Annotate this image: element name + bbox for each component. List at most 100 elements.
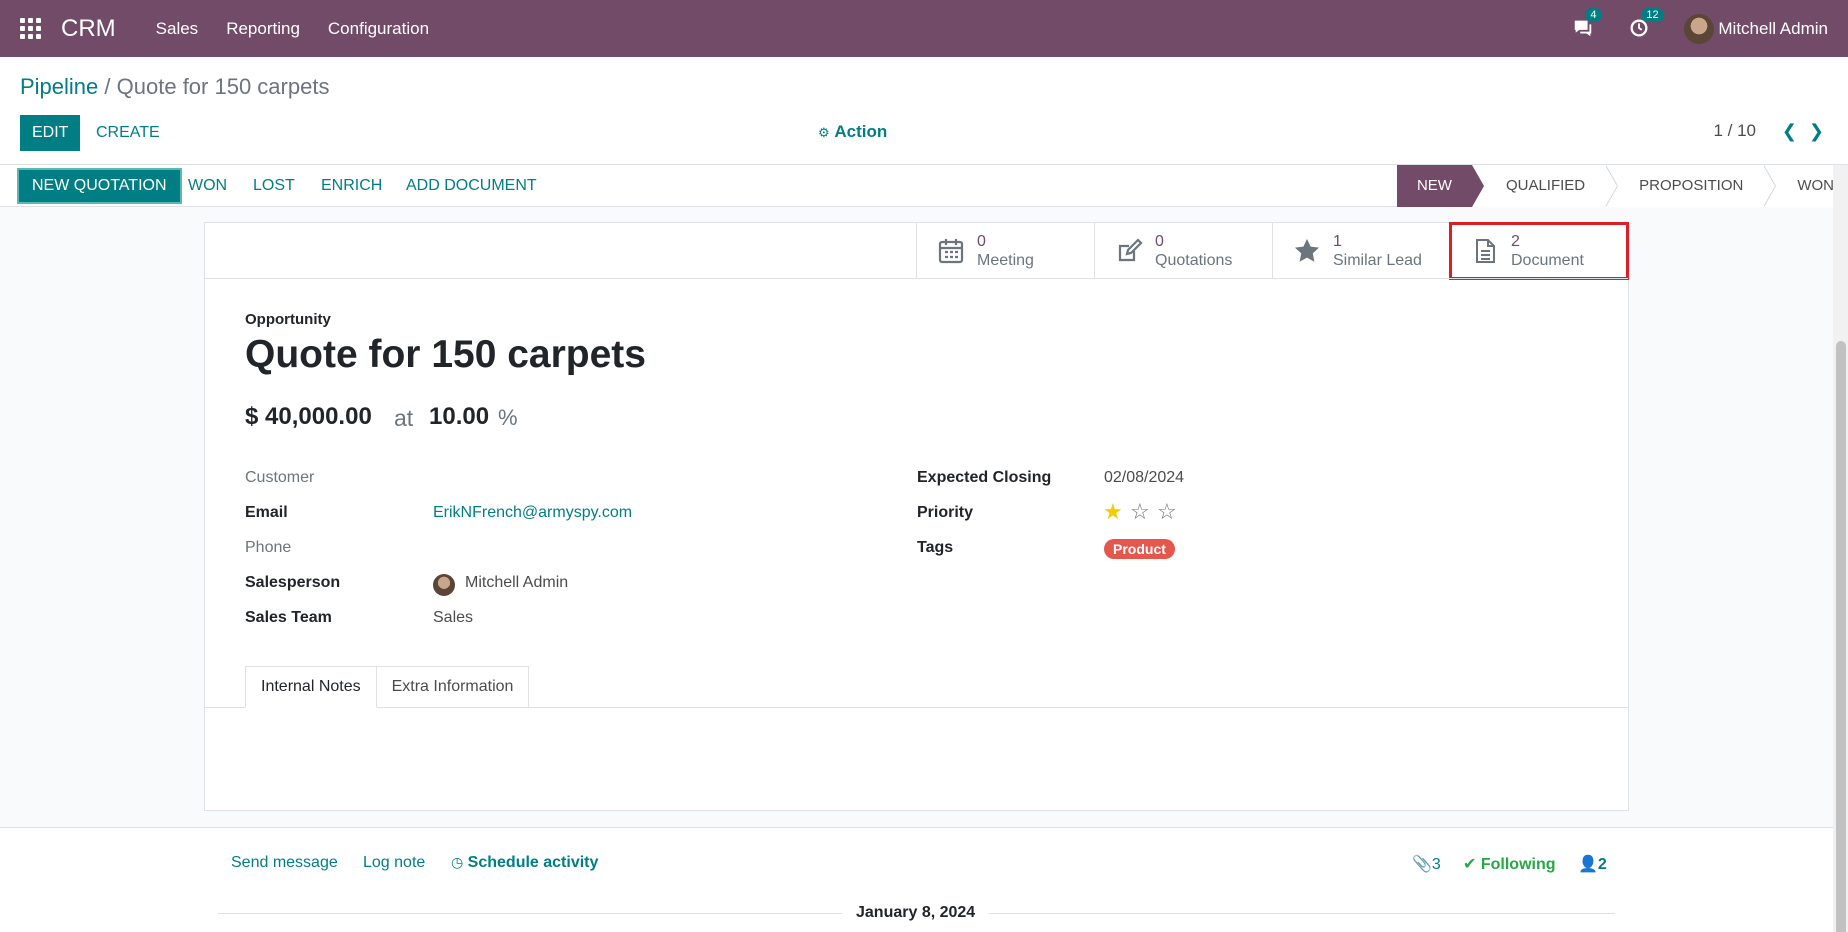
stage-label: PROPOSITION — [1639, 177, 1744, 194]
quotations-smart-button[interactable]: 0 Quotations — [1094, 223, 1272, 279]
meeting-label: Meeting — [977, 252, 1034, 269]
similar-lead-count: 1 — [1333, 233, 1342, 250]
gear-icon: ⚙ — [818, 125, 830, 140]
user-menu[interactable]: Mitchell Admin — [1718, 19, 1828, 39]
priority-star-icon[interactable]: ★ — [1103, 501, 1123, 523]
menu-configuration[interactable]: Configuration — [328, 19, 429, 39]
tab-internal-notes[interactable]: Internal Notes — [245, 666, 377, 708]
add-document-button[interactable]: ADD DOCUMENT — [406, 168, 537, 204]
breadcrumb-pipeline[interactable]: Pipeline — [20, 74, 98, 99]
pager-value[interactable]: 1 / 10 — [1713, 121, 1756, 141]
send-message-button[interactable]: Send message — [231, 854, 338, 872]
user-icon: 👤 — [1578, 856, 1598, 873]
user-avatar[interactable] — [1684, 13, 1715, 44]
apps-menu-icon[interactable] — [20, 18, 42, 40]
breadcrumb-separator: / — [104, 74, 111, 99]
followers-button[interactable]: 👤2 — [1578, 854, 1607, 874]
check-icon: ✔ — [1463, 856, 1477, 873]
quotations-label: Quotations — [1155, 252, 1233, 269]
attachments-button[interactable]: 📎3 — [1412, 854, 1441, 874]
activities-clock-icon[interactable]: 12 — [1628, 7, 1664, 41]
similar-lead-smart-button[interactable]: 1 Similar Lead — [1272, 223, 1450, 279]
lost-button[interactable]: LOST — [253, 168, 295, 204]
new-quotation-button[interactable]: NEW QUOTATION — [17, 168, 182, 204]
menu-sales[interactable]: Sales — [156, 19, 199, 39]
paperclip-icon: 📎 — [1412, 856, 1432, 873]
activities-badge: 12 — [1641, 7, 1664, 22]
email-value[interactable]: ErikNFrench@armyspy.com — [433, 504, 632, 522]
stage-label: NEW — [1416, 177, 1452, 194]
stage-label: QUALIFIED — [1505, 177, 1586, 194]
expected-closing-label: Expected Closing — [917, 469, 1052, 486]
schedule-activity-label: Schedule activity — [467, 854, 599, 871]
opportunity-title: Quote for 150 carpets — [245, 333, 646, 376]
document-smart-button[interactable]: 2 Document — [1449, 222, 1629, 280]
stage-proposition[interactable]: PROPOSITION — [1605, 165, 1777, 207]
log-note-button[interactable]: Log note — [363, 854, 425, 872]
record-type-label: Opportunity — [245, 311, 331, 328]
tag-badge[interactable]: Product — [1104, 539, 1175, 559]
phone-label: Phone — [245, 539, 292, 556]
priority-star-icon[interactable]: ☆ — [1130, 501, 1150, 523]
action-label: Action — [834, 122, 888, 141]
smart-button-box: 0 Meeting 0 Quotations 1 Similar Lead 2 Docu… — [916, 222, 1629, 280]
enrich-button[interactable]: ENRICH — [321, 168, 382, 204]
meeting-count: 0 — [977, 233, 986, 250]
stage-label: WON — [1797, 177, 1834, 194]
tab-extra-information[interactable]: Extra Information — [376, 666, 530, 708]
priority-star-icon[interactable]: ☆ — [1157, 501, 1177, 523]
salesperson-avatar — [433, 574, 455, 596]
edit-button[interactable]: EDIT — [20, 115, 81, 151]
control-panel: Pipeline / Quote for 150 carpets EDIT CR… — [0, 57, 1848, 165]
customer-label: Customer — [245, 469, 315, 486]
email-label: Email — [245, 504, 288, 521]
expected-closing-value[interactable]: 02/08/2024 — [1104, 469, 1184, 487]
salesperson-label: Salesperson — [245, 574, 341, 591]
pager-next-icon[interactable]: ❯ — [1809, 121, 1824, 142]
scrollbar-thumb[interactable] — [1836, 341, 1846, 932]
scrollbar[interactable] — [1833, 165, 1848, 932]
tab-divider — [205, 707, 1628, 708]
probability-value: 10.00 — [429, 403, 490, 430]
clock-icon: ◷ — [451, 854, 464, 870]
create-button[interactable]: CREATE — [96, 115, 160, 151]
following-label: Following — [1480, 856, 1556, 873]
won-button[interactable]: WON — [188, 168, 227, 204]
document-label: Document — [1511, 252, 1584, 269]
meeting-smart-button[interactable]: 0 Meeting — [916, 223, 1094, 279]
message-date: January 8, 2024 — [842, 904, 990, 922]
salesperson-value[interactable]: Mitchell Admin — [465, 574, 568, 592]
messages-badge: 4 — [1585, 7, 1602, 22]
similar-lead-label: Similar Lead — [1333, 252, 1422, 269]
stage-new[interactable]: NEW — [1396, 165, 1484, 207]
navbar-systray: 4 12 Mitchell Admin — [1572, 0, 1848, 57]
following-button[interactable]: ✔ Following — [1463, 854, 1556, 874]
sales-team-value[interactable]: Sales — [433, 609, 473, 627]
stage-qualified[interactable]: QUALIFIED — [1471, 165, 1619, 207]
action-dropdown[interactable]: ⚙ Action — [818, 122, 887, 142]
quotations-count: 0 — [1155, 233, 1164, 250]
tags-label: Tags — [917, 539, 954, 556]
edit-icon — [1118, 238, 1143, 262]
app-brand[interactable]: CRM — [61, 15, 116, 43]
expected-revenue: $ 40,000.00 — [245, 403, 372, 430]
percent-label: % — [498, 405, 518, 430]
form-sheet: 0 Meeting 0 Quotations 1 Similar Lead 2 Docu… — [204, 222, 1629, 811]
calendar-icon — [938, 239, 964, 264]
schedule-activity-button[interactable]: ◷ Schedule activity — [451, 854, 598, 872]
chatter: Send message Log note ◷ Schedule activit… — [0, 827, 1833, 932]
document-count: 2 — [1511, 233, 1520, 250]
breadcrumb-current: Quote for 150 carpets — [116, 74, 330, 99]
attachments-count: 3 — [1431, 856, 1441, 873]
sales-team-label: Sales Team — [245, 609, 332, 626]
star-icon — [1295, 239, 1319, 262]
menu-reporting[interactable]: Reporting — [226, 19, 300, 39]
messages-icon[interactable]: 4 — [1572, 7, 1602, 41]
at-label: at — [394, 405, 414, 431]
divider — [205, 278, 1628, 279]
form-statusbar: NEW QUOTATION WON LOST ENRICH ADD DOCUME… — [0, 165, 1848, 207]
pager-previous-icon[interactable]: ❮ — [1782, 121, 1797, 142]
followers-count: 2 — [1597, 856, 1607, 873]
stage-pipeline: NEW QUALIFIED PROPOSITION WON — [1396, 165, 1834, 207]
priority-label: Priority — [917, 504, 974, 521]
